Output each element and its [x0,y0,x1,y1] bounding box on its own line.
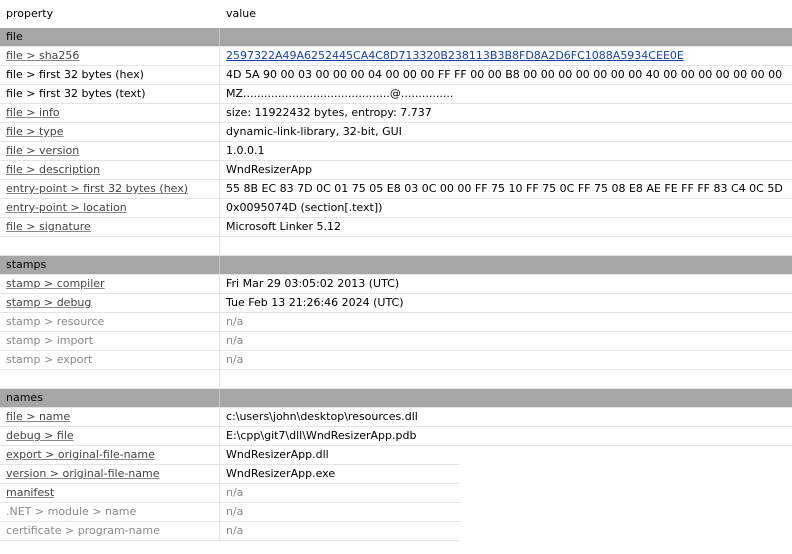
property-cell[interactable]: stamp > debug [0,294,220,312]
table-row[interactable]: .NET > module > name n/a [0,503,460,522]
property-cell[interactable]: entry-point > location [0,199,220,217]
value-cell: 0x0095074D (section[.text]) [226,201,383,214]
table-row[interactable]: file > first 32 bytes (text) MZ..........… [0,85,792,104]
properties-table: property value file file > sha256 2597322A… [0,0,792,541]
table-row[interactable]: file > name c:\users\john\desktop\resourc… [0,408,792,427]
section-value-cell [220,28,792,46]
table-row[interactable]: stamp > debug Tue Feb 13 21:26:46 2024 (U… [0,294,792,313]
property-cell[interactable]: entry-point > first 32 bytes (hex) [0,180,220,198]
table-row[interactable]: stamp > export n/a [0,351,792,370]
property-cell[interactable]: file > signature [0,218,220,236]
spacer-row [0,370,792,389]
property-cell[interactable]: file > type [0,123,220,141]
value-cell: E:\cpp\git7\dll\WndResizerApp.pdb [226,429,417,442]
table-row[interactable]: debug > file E:\cpp\git7\dll\WndResizerAp… [0,427,792,446]
property-cell[interactable]: stamp > compiler [0,275,220,293]
spacer-row [0,237,792,256]
value-cell: WndResizerApp [226,163,313,176]
table-row[interactable]: file > info size: 11922432 bytes, entropy… [0,104,792,123]
property-cell[interactable]: file > name [0,408,220,426]
value-cell: n/a [226,486,244,499]
table-row[interactable]: stamp > resource n/a [0,313,792,332]
section-value-cell [220,389,792,407]
section-row-names[interactable]: names [0,389,792,408]
value-cell: Microsoft Linker 5.12 [226,220,341,233]
value-cell: 55 8B EC 83 7D 0C 01 75 05 E8 03 0C 00 0… [226,182,783,195]
value-cell: n/a [226,315,244,328]
table-row[interactable]: entry-point > location 0x0095074D (sectio… [0,199,792,218]
table-row[interactable]: file > type dynamic-link-library, 32-bit,… [0,123,792,142]
property-cell[interactable]: export > original-file-name [0,446,220,464]
property-cell[interactable]: debug > file [0,427,220,445]
section-label: stamps [0,256,220,274]
property-cell: stamp > import [0,332,220,350]
property-cell: file > first 32 bytes (hex) [0,66,220,84]
value-cell: WndResizerApp.exe [226,467,336,480]
section-row-stamps[interactable]: stamps [0,256,792,275]
value-cell: n/a [226,524,244,537]
value-cell: WndResizerApp.dll [226,448,329,461]
value-cell: c:\users\john\desktop\resources.dll [226,410,418,423]
section-row-file[interactable]: file [0,28,792,47]
table-row[interactable]: file > first 32 bytes (hex) 4D 5A 90 00 0… [0,66,792,85]
section-value-cell [220,256,792,274]
property-cell: .NET > module > name [0,503,220,521]
property-cell: stamp > resource [0,313,220,331]
property-cell[interactable]: version > original-file-name [0,465,220,483]
table-body: file file > sha256 2597322A49A6252445CA4C8… [0,28,792,541]
column-header-property[interactable]: property [0,0,220,28]
table-row[interactable]: file > description WndResizerApp [0,161,792,180]
property-cell[interactable]: file > info [0,104,220,122]
table-row[interactable]: manifest n/a [0,484,460,503]
property-cell: file > first 32 bytes (text) [0,85,220,103]
table-row[interactable]: entry-point > first 32 bytes (hex) 55 8B … [0,180,792,199]
spacer-cell [0,370,220,388]
value-cell: n/a [226,334,244,347]
property-cell: stamp > export [0,351,220,369]
spacer-cell [0,237,220,255]
value-cell: n/a [226,505,244,518]
value-cell: MZ......................................… [226,87,454,100]
table-row[interactable]: version > original-file-name WndResizerAp… [0,465,460,484]
table-row[interactable]: stamp > compiler Fri Mar 29 03:05:02 2013… [0,275,792,294]
value-cell[interactable]: 2597322A49A6252445CA4C8D713320B238113B3B… [220,47,792,65]
value-cell: size: 11922432 bytes, entropy: 7.737 [226,106,432,119]
value-cell: 4D 5A 90 00 03 00 00 00 04 00 00 00 FF F… [226,68,783,81]
property-cell[interactable]: file > sha256 [0,47,220,65]
property-cell[interactable]: file > description [0,161,220,179]
table-row[interactable]: file > signature Microsoft Linker 5.12 [0,218,792,237]
value-cell: Fri Mar 29 03:05:02 2013 (UTC) [226,277,400,290]
table-header: property value [0,0,792,28]
value-cell: dynamic-link-library, 32-bit, GUI [226,125,402,138]
column-header-value[interactable]: value [220,0,792,28]
value-cell: Tue Feb 13 21:26:46 2024 (UTC) [226,296,404,309]
table-row[interactable]: stamp > import n/a [0,332,792,351]
value-cell: 1.0.0.1 [226,144,265,157]
table-row[interactable]: file > sha256 2597322A49A6252445CA4C8D713… [0,47,792,66]
property-cell: certificate > program-name [0,522,220,540]
value-cell: n/a [226,353,244,366]
table-row[interactable]: certificate > program-name n/a [0,522,460,541]
table-row[interactable]: export > original-file-name WndResizerApp… [0,446,460,465]
property-cell[interactable]: file > version [0,142,220,160]
property-cell[interactable]: manifest [0,484,220,502]
table-row[interactable]: file > version 1.0.0.1 [0,142,792,161]
section-label: names [0,389,220,407]
section-label: file [0,28,220,46]
